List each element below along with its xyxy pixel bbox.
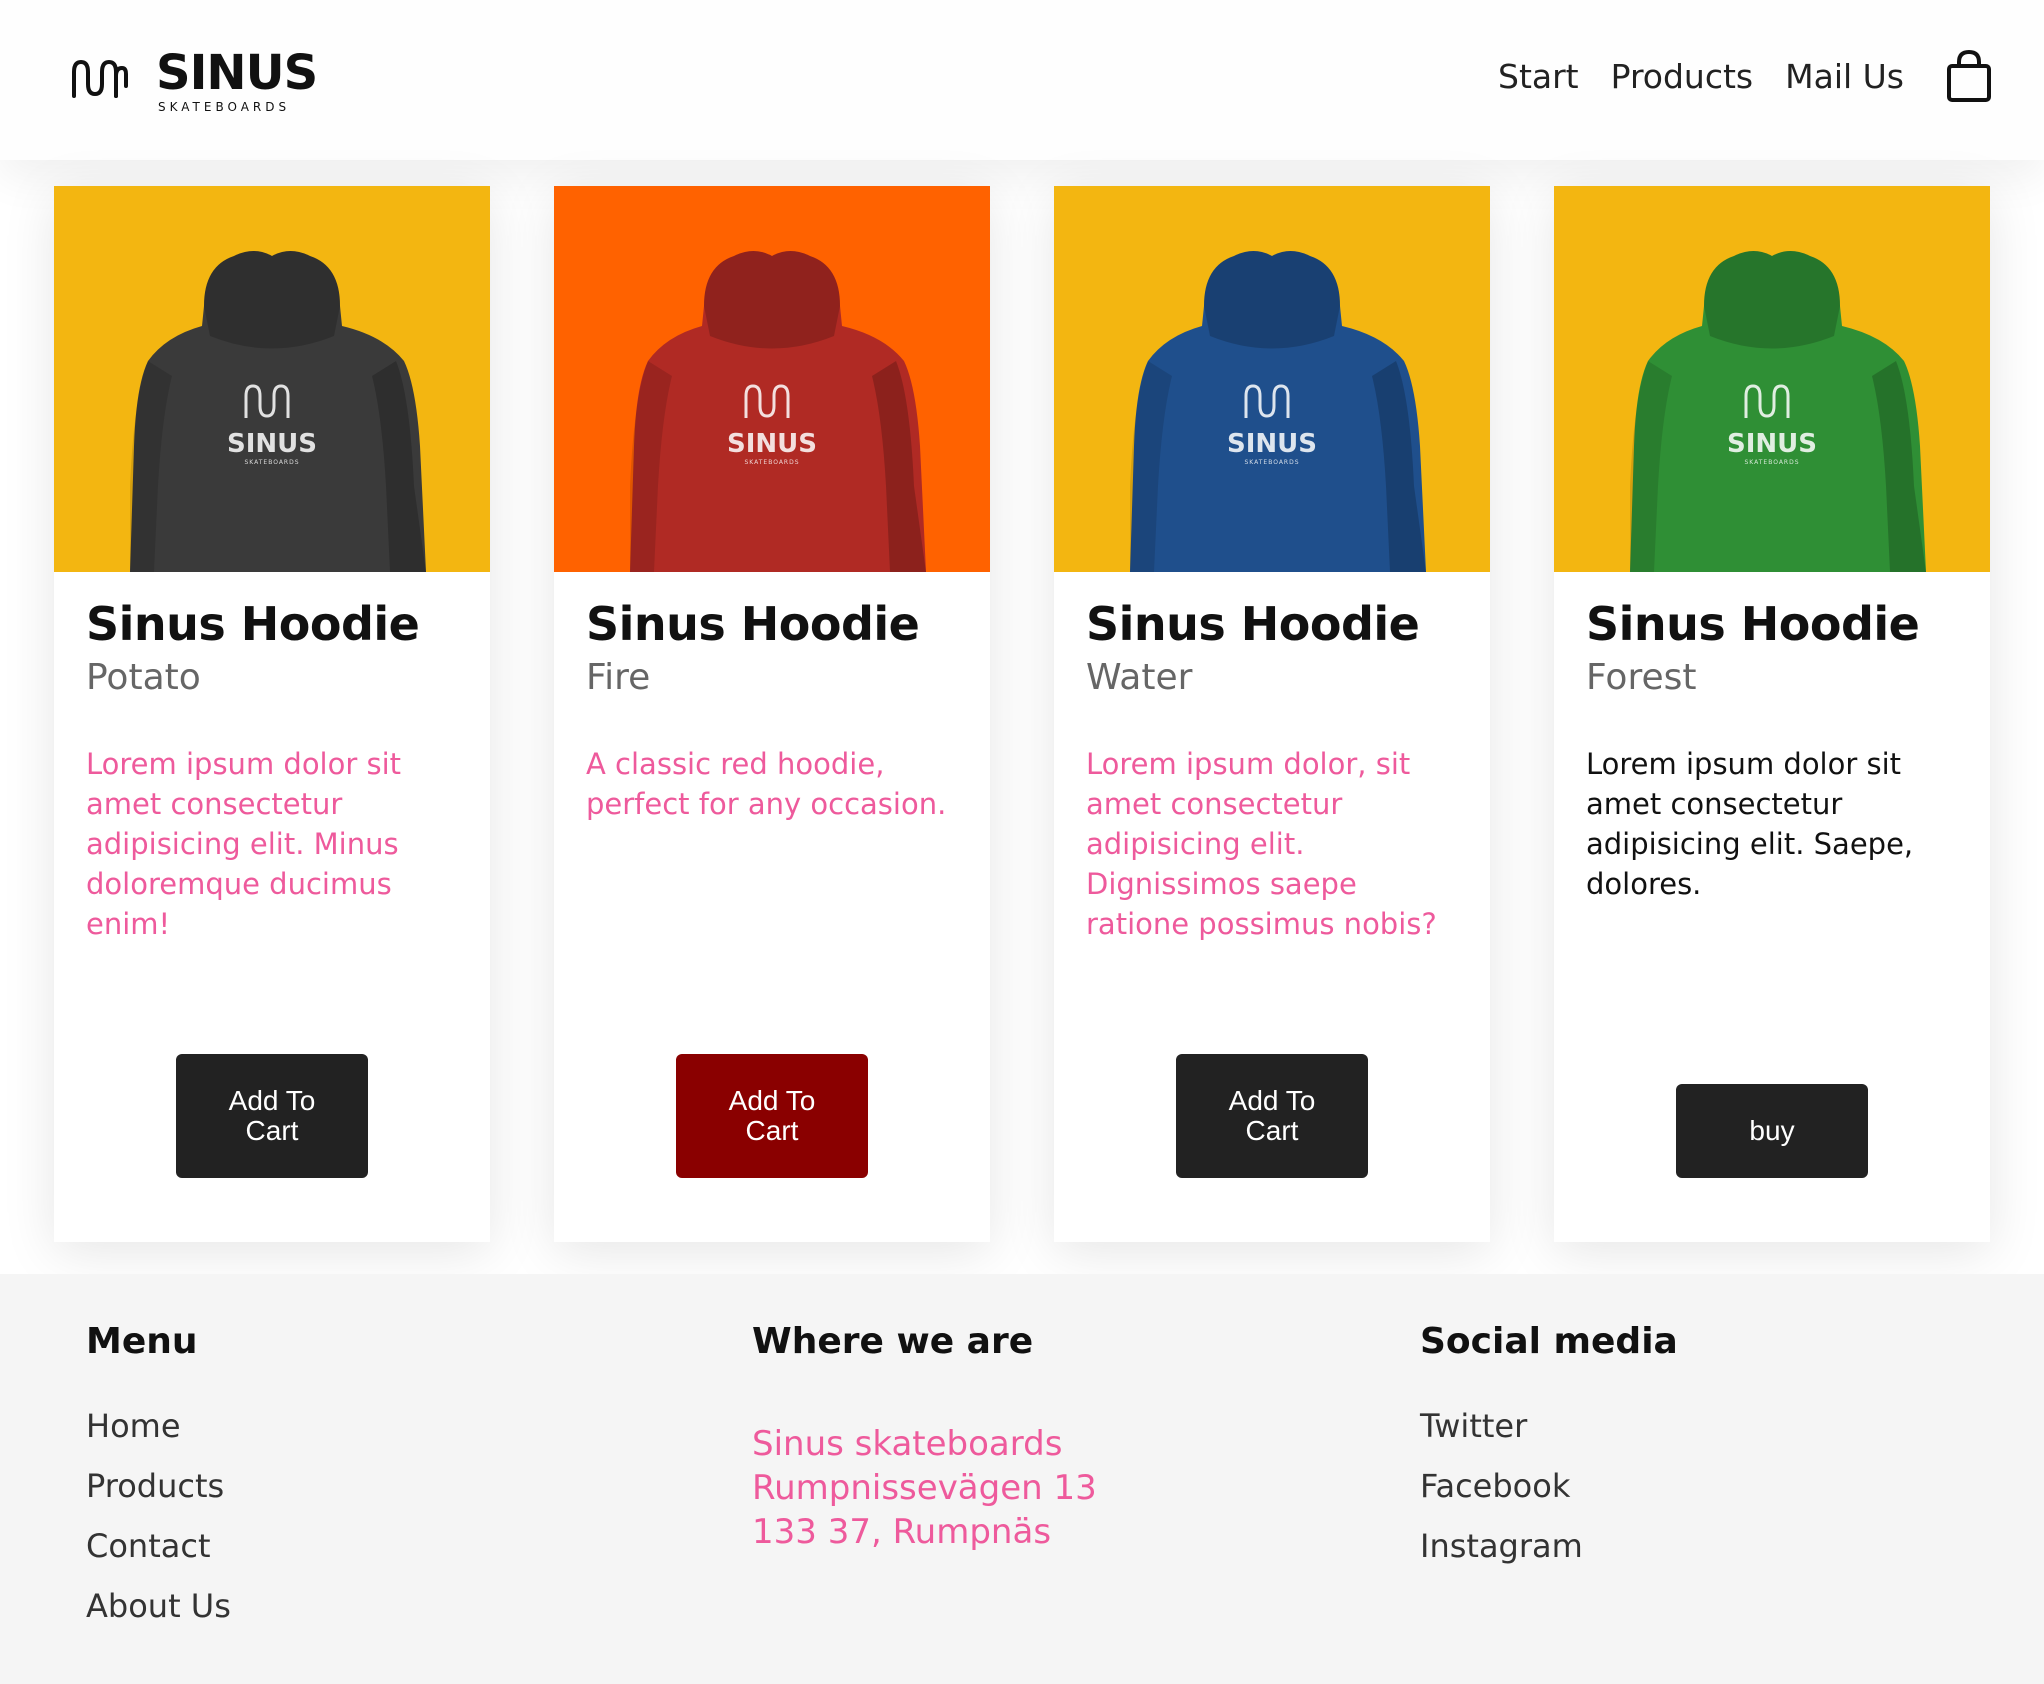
product-variant: Potato	[86, 657, 201, 698]
footer-link-products[interactable]: Products	[86, 1456, 231, 1516]
product-image[interactable]: SINUS SKATEBOARDS	[54, 186, 490, 572]
footer-menu: Menu Home Products Contact About Us	[86, 1314, 231, 1636]
main-nav: Start Products Mail Us	[1498, 55, 1904, 99]
hoodie-logo-text: SINUS	[1227, 429, 1317, 459]
footer-link-contact[interactable]: Contact	[86, 1516, 231, 1576]
product-description: A classic red hoodie, perfect for any oc…	[586, 747, 947, 821]
product-description: Lorem ipsum dolor sit amet consectetur a…	[86, 747, 402, 941]
footer-link-about-us[interactable]: About Us	[86, 1576, 231, 1636]
address-line: 133 37, Rumpnäs	[752, 1512, 1052, 1552]
product-title: Sinus Hoodie	[86, 597, 420, 651]
product-description: Lorem ipsum dolor, sit amet consectetur …	[1086, 747, 1437, 941]
footer-location-heading: Where we are	[752, 1321, 1034, 1362]
social-link-twitter[interactable]: Twitter	[1420, 1396, 1678, 1456]
hoodie-logo-text: SINUS	[1727, 429, 1817, 459]
brand-name: SINUS	[156, 45, 318, 101]
hoodie-logo-text: SINUS	[227, 429, 317, 459]
hoodie-logo-tagline: SKATEBOARDS	[1244, 459, 1299, 466]
product-image[interactable]: SINUS SKATEBOARDS	[554, 186, 990, 572]
product-card: SINUS SKATEBOARDS Sinus Hoodie Potato Lor…	[54, 186, 490, 1242]
hoodie-graphic: SINUSSKATEBOARDS	[1630, 251, 1926, 572]
social-link-instagram[interactable]: Instagram	[1420, 1516, 1678, 1576]
add-to-cart-button[interactable]: Add To Cart	[176, 1054, 368, 1178]
add-to-cart-button[interactable]: Add To Cart	[1176, 1054, 1368, 1178]
hoodie-logo-tagline: SKATEBOARDS	[744, 459, 799, 466]
nav-link-start[interactable]: Start	[1498, 55, 1579, 99]
hoodie-graphic: SINUSSKATEBOARDS	[1130, 251, 1426, 572]
hoodie-logo-text: SINUS	[727, 429, 817, 459]
product-variant: Forest	[1586, 657, 1697, 698]
address-line: Sinus skateboards	[752, 1424, 1063, 1464]
brand-logo[interactable]: SINUS SKATEBOARDS	[70, 45, 318, 120]
footer-link-home[interactable]: Home	[86, 1396, 231, 1456]
product-variant: Water	[1086, 657, 1193, 698]
product-variant: Fire	[586, 657, 651, 698]
product-description: Lorem ipsum dolor sit amet consectetur a…	[1586, 747, 1914, 901]
footer-social-heading: Social media	[1420, 1321, 1678, 1362]
site-header: SINUS SKATEBOARDS Start Products Mail Us	[0, 0, 2044, 160]
footer-menu-heading: Menu	[86, 1321, 198, 1362]
add-to-cart-button[interactable]: Add To Cart	[676, 1054, 868, 1178]
product-card: SINUS SKATEBOARDS Sinus Hoodie Forest Lor…	[1554, 186, 1990, 1242]
nav-link-mail-us[interactable]: Mail Us	[1785, 55, 1904, 99]
product-image[interactable]: SINUS SKATEBOARDS	[1554, 186, 1990, 572]
product-title: Sinus Hoodie	[1086, 597, 1420, 651]
site-footer: Menu Home Products Contact About Us Wher…	[0, 1274, 2044, 1684]
product-title: Sinus Hoodie	[1586, 597, 1920, 651]
address: Sinus skateboards Rumpnissevägen 13 133 …	[752, 1422, 1097, 1554]
hoodie-logo-tagline: SKATEBOARDS	[1744, 459, 1799, 466]
product-card: SINUS SKATEBOARDS Sinus Hoodie Fire A cla…	[554, 186, 990, 1242]
nav-link-products[interactable]: Products	[1611, 55, 1754, 99]
footer-social: Social media Twitter Facebook Instagram	[1420, 1314, 1678, 1576]
hoodie-logo-tagline: SKATEBOARDS	[244, 459, 299, 466]
brand-tagline: SKATEBOARDS	[158, 100, 291, 114]
shopping-bag-icon[interactable]	[1946, 48, 1992, 104]
hoodie-graphic: SINUSSKATEBOARDS	[630, 251, 926, 572]
buy-button[interactable]: buy	[1676, 1084, 1868, 1178]
hoodie-graphic: SINUSSKATEBOARDS	[130, 251, 426, 572]
product-image[interactable]: SINUS SKATEBOARDS	[1054, 186, 1490, 572]
address-line: Rumpnissevägen 13	[752, 1468, 1097, 1508]
social-link-facebook[interactable]: Facebook	[1420, 1456, 1678, 1516]
footer-location: Where we are Sinus skateboards Rumpnisse…	[752, 1314, 1097, 1554]
sinus-wave-icon	[72, 59, 128, 98]
product-title: Sinus Hoodie	[586, 597, 920, 651]
product-card: SINUS SKATEBOARDS Sinus Hoodie Water Lore…	[1054, 186, 1490, 1242]
